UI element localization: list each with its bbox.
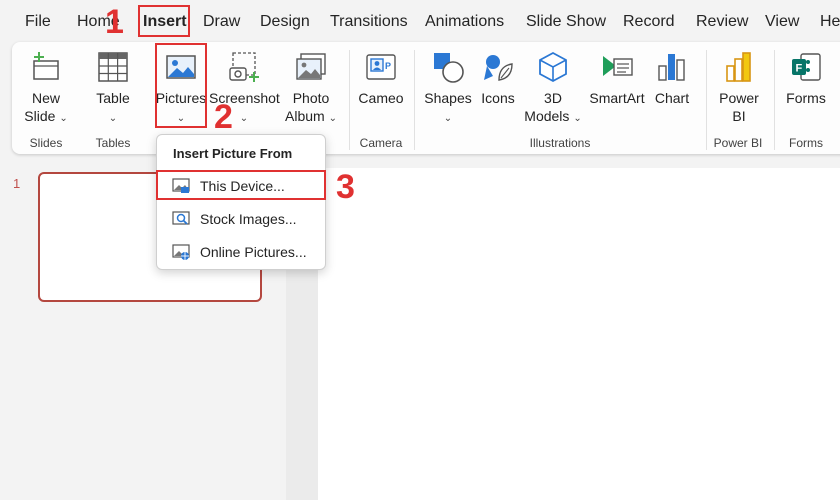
chevron-down-icon: ⌄ xyxy=(239,113,249,124)
tab-review[interactable]: Review xyxy=(696,13,748,31)
icons-icon xyxy=(484,55,513,81)
menu-title: Insert Picture From xyxy=(173,146,293,161)
svg-text:P: P xyxy=(385,61,391,71)
chart-button[interactable]: Chart xyxy=(648,42,696,134)
group-label-illustrations: Illustrations xyxy=(529,136,591,150)
3d-models-label-2: Models xyxy=(524,108,570,124)
tab-help[interactable]: He xyxy=(820,13,840,31)
online-pictures-icon xyxy=(172,244,190,260)
group-separator xyxy=(414,50,415,150)
annotation-box-pictures xyxy=(155,43,207,128)
photo-album-label-2: Album xyxy=(285,108,325,124)
group-label-tables: Tables xyxy=(95,136,131,150)
power-bi-label-1: Power xyxy=(719,90,759,106)
table-icon xyxy=(98,52,128,82)
new-slide-label-2: Slide xyxy=(24,108,56,124)
shapes-button[interactable]: Shapes ⌄ xyxy=(422,42,474,134)
icons-label: Icons xyxy=(481,90,515,106)
tab-animations[interactable]: Animations xyxy=(425,13,504,31)
cameo-icon: P xyxy=(366,54,396,80)
slide-number: 1 xyxy=(13,176,21,191)
photo-album-button[interactable]: Photo Album ⌄ xyxy=(280,42,342,134)
menu-item-online-pictures[interactable]: Online Pictures... xyxy=(158,237,324,267)
chevron-down-icon: ⌄ xyxy=(108,113,118,124)
step-2-label: 2 xyxy=(214,98,233,136)
insert-picture-menu: Insert Picture From This Device... Stock… xyxy=(156,134,326,270)
shapes-label: Shapes xyxy=(424,90,472,106)
chevron-down-icon: ⌄ xyxy=(59,113,68,124)
power-bi-button[interactable]: Power BI xyxy=(712,42,766,134)
table-button[interactable]: Table ⌄ xyxy=(88,42,138,134)
group-label-forms: Forms xyxy=(789,136,823,150)
screenshot-icon xyxy=(229,52,259,82)
shapes-icon xyxy=(434,53,464,83)
menu-item-stock-images[interactable]: Stock Images... xyxy=(158,204,324,234)
insert-ribbon: New Slide ⌄ Table ⌄ Pictures ⌄ Screensho… xyxy=(12,42,840,154)
tab-transitions[interactable]: Transitions xyxy=(330,13,408,31)
forms-button[interactable]: F Forms xyxy=(780,42,832,134)
stock-images-icon xyxy=(172,211,190,225)
step-1-label: 1 xyxy=(105,3,124,41)
ribbon-tabs: File Home Insert Draw Design Transitions… xyxy=(0,0,840,44)
tab-file[interactable]: File xyxy=(25,13,51,31)
chart-icon xyxy=(658,54,685,81)
group-label-slides: Slides xyxy=(29,136,63,150)
chevron-down-icon: ⌄ xyxy=(328,113,337,124)
tab-design[interactable]: Design xyxy=(260,13,310,31)
tab-record[interactable]: Record xyxy=(623,13,675,31)
3d-models-icon xyxy=(539,51,567,83)
photo-album-label-1: Photo xyxy=(292,90,330,106)
smartart-button[interactable]: SmartArt xyxy=(586,42,648,134)
tab-draw[interactable]: Draw xyxy=(203,13,240,31)
step-3-label: 3 xyxy=(336,168,355,206)
3d-models-button[interactable]: 3D Models ⌄ xyxy=(522,42,584,134)
forms-label: Forms xyxy=(786,90,826,106)
new-slide-label-1: New xyxy=(31,90,60,106)
menu-item-label: Online Pictures... xyxy=(200,244,307,260)
group-label-power-bi: Power BI xyxy=(713,136,763,150)
photo-album-icon xyxy=(296,53,326,80)
group-separator xyxy=(349,50,350,150)
chart-label: Chart xyxy=(654,90,690,106)
tab-slide-show[interactable]: Slide Show xyxy=(526,13,606,31)
svg-text:F: F xyxy=(796,63,803,75)
group-label-camera: Camera xyxy=(359,136,403,150)
power-bi-icon xyxy=(726,52,751,82)
tab-view[interactable]: View xyxy=(765,13,799,31)
smartart-icon xyxy=(603,56,633,76)
chevron-down-icon: ⌄ xyxy=(443,113,453,124)
group-separator xyxy=(706,50,707,150)
powerpoint-window: File Home Insert Draw Design Transitions… xyxy=(0,0,840,500)
3d-models-label-1: 3D xyxy=(544,90,562,106)
cameo-label: Cameo xyxy=(358,90,404,106)
new-slide-icon xyxy=(33,52,59,80)
slide-canvas[interactable] xyxy=(318,168,840,500)
menu-item-label: Stock Images... xyxy=(200,211,297,227)
annotation-box-this-device xyxy=(156,170,326,200)
group-separator xyxy=(774,50,775,150)
new-slide-button[interactable]: New Slide ⌄ xyxy=(18,42,74,134)
chevron-down-icon: ⌄ xyxy=(573,113,582,124)
power-bi-label-2: BI xyxy=(732,108,746,124)
icons-button[interactable]: Icons xyxy=(475,42,521,134)
annotation-box-insert-tab xyxy=(138,5,190,37)
cameo-button[interactable]: P Cameo xyxy=(354,42,408,134)
forms-icon: F xyxy=(792,53,821,81)
smartart-label: SmartArt xyxy=(589,90,645,106)
table-label: Table xyxy=(96,90,130,106)
